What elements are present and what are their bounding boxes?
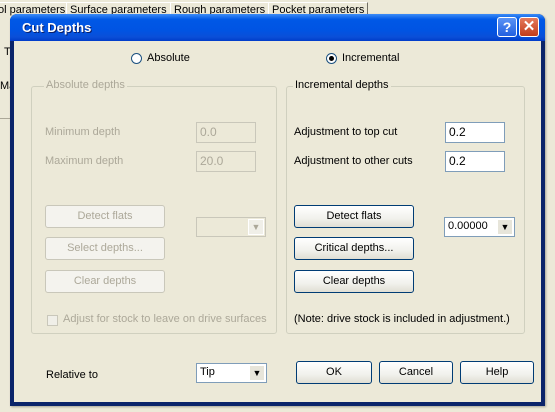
absolute-depth-select[interactable]: ▼ [196,217,266,237]
top-cut-field[interactable]: 0.2 [445,122,505,143]
minimum-depth-label: Minimum depth [45,126,121,138]
relative-to-select[interactable]: Tip ▼ [196,363,267,383]
absolute-depths-title: Absolute depths [44,79,127,91]
drive-stock-note: (Note: drive stock is included in adjust… [294,313,510,325]
dialog-title: Cut Depths [22,20,92,35]
absolute-radio[interactable] [131,53,142,64]
other-cuts-label: Adjustment to other cuts [294,155,413,167]
adjust-stock-label: Adjust for stock to leave on drive surfa… [63,313,267,325]
detect-flats-button[interactable]: Detect flats [294,205,414,228]
chevron-down-icon: ▼ [249,365,265,381]
help-button[interactable]: Help [460,361,534,384]
minimum-depth-field[interactable]: 0.0 [196,122,256,143]
other-cuts-field[interactable]: 0.2 [445,151,505,172]
ok-button[interactable]: OK [296,361,372,384]
tolerance-select[interactable]: 0.00000 ▼ [444,217,515,237]
absolute-detect-flats-button[interactable]: Detect flats [45,205,165,228]
title-bar[interactable]: Cut Depths ? ✕ [10,14,545,41]
close-icon[interactable]: ✕ [519,17,539,37]
dialog-body: Absolute Incremental Absolute depths Min… [14,41,541,402]
maximum-depth-field[interactable]: 20.0 [196,151,256,172]
incremental-label: Incremental [342,52,400,64]
cut-depths-dialog: Cut Depths ? ✕ Absolute Incremental Abso… [10,14,545,406]
clear-depths-button[interactable]: Clear depths [294,270,414,293]
maximum-depth-label: Maximum depth [45,155,124,167]
incremental-depths-title: Incremental depths [293,79,391,91]
chevron-down-icon: ▼ [497,219,513,235]
tolerance-value: 0.00000 [448,220,488,232]
relative-to-label: Relative to [46,369,98,381]
help-icon[interactable]: ? [497,17,517,37]
adjust-stock-checkbox[interactable] [47,315,58,326]
top-cut-label: Adjustment to top cut [294,126,398,138]
incremental-radio[interactable] [326,53,337,64]
relative-to-value: Tip [200,366,215,378]
cancel-button[interactable]: Cancel [379,361,453,384]
critical-depths-button[interactable]: Critical depths... [294,237,414,260]
absolute-clear-depths-button[interactable]: Clear depths [45,270,165,293]
select-depths-button[interactable]: Select depths... [45,237,165,260]
chevron-down-icon: ▼ [248,219,264,235]
absolute-label: Absolute [147,52,190,64]
